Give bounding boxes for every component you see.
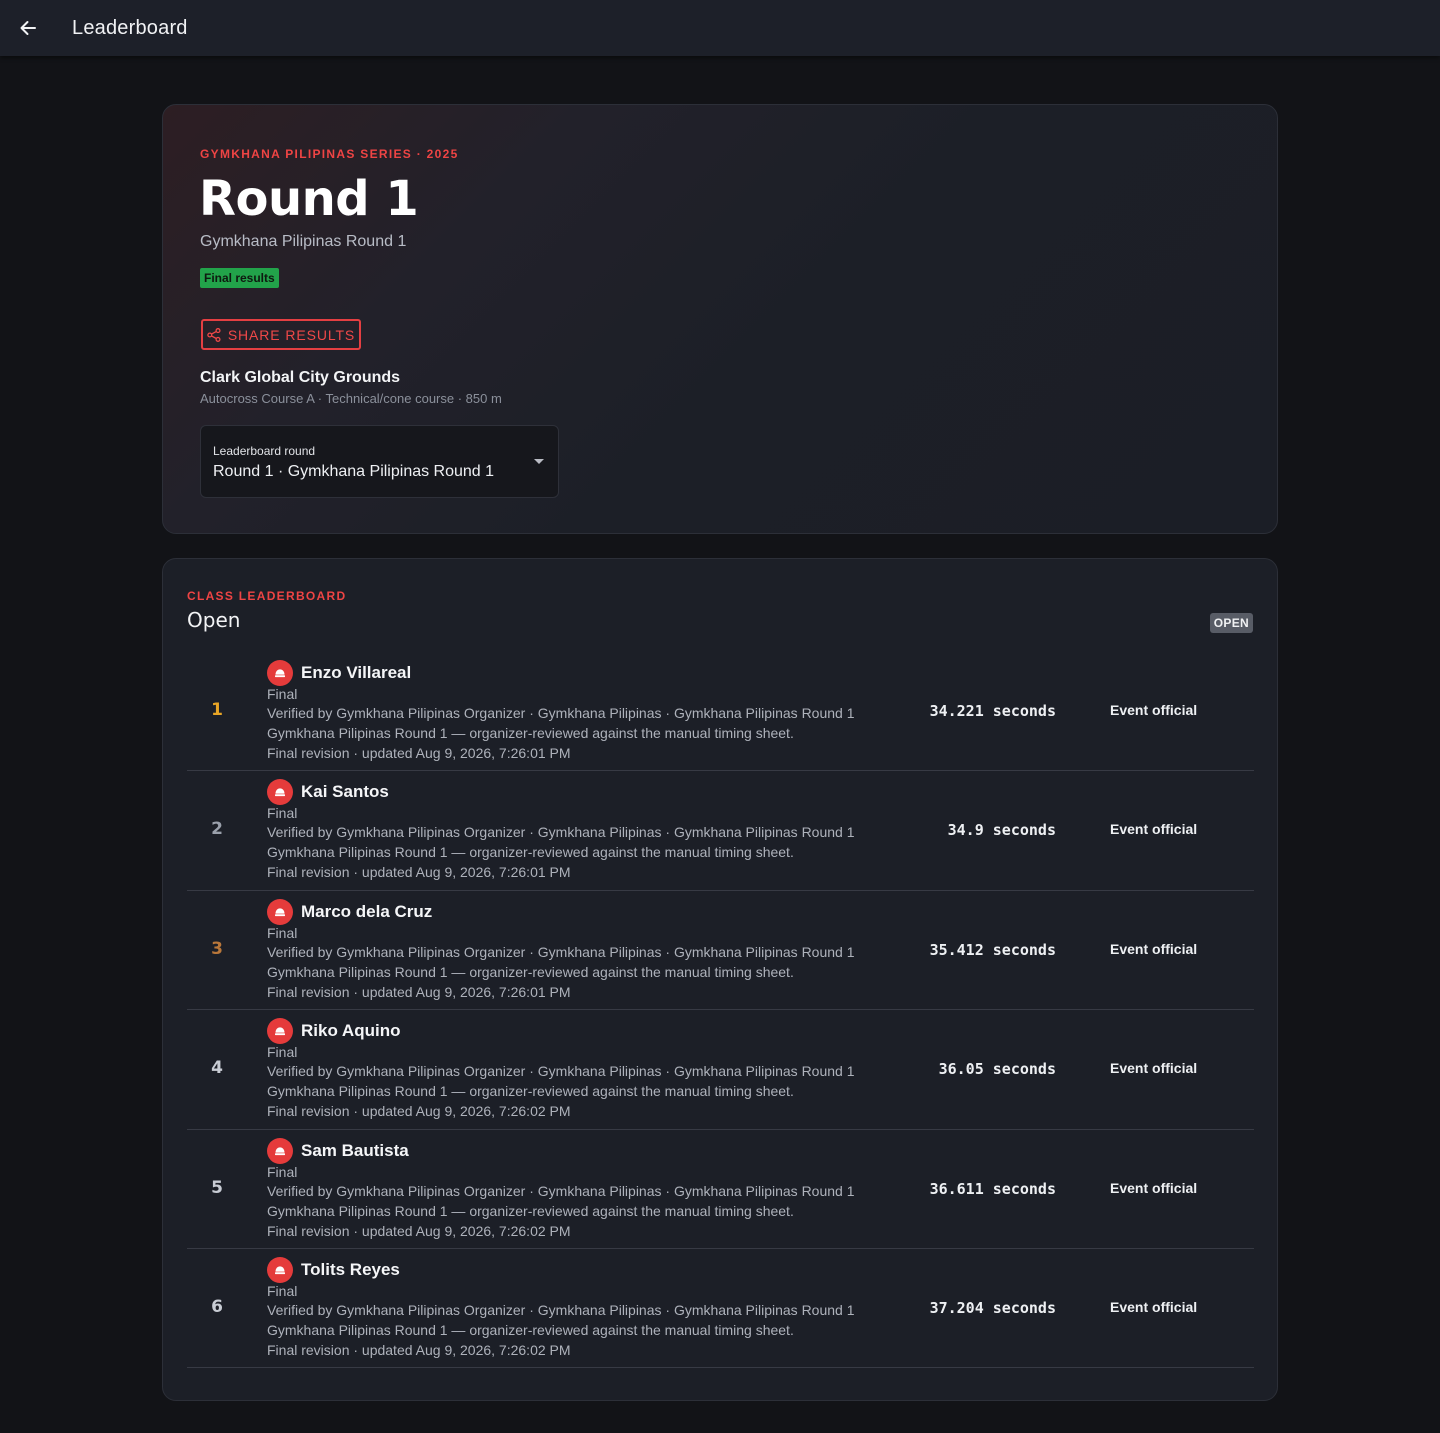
class-leaderboard-card: CLASS LEADERBOARD Open OPEN 1 Enzo Villa… xyxy=(162,558,1278,1401)
page-title: Leaderboard xyxy=(72,17,188,39)
arrow-left-icon xyxy=(20,21,36,35)
result-status: Final xyxy=(267,1282,298,1299)
revision-info: Final revision · updated Aug 9, 2026, 7:… xyxy=(267,1103,571,1120)
result-status: Final xyxy=(267,924,298,941)
leaderboard-row[interactable]: 3 Marco dela Cruz Final Verified by Gymk… xyxy=(187,891,1254,1011)
result-note: Gymkhana Pilipinas Round 1 — organizer-r… xyxy=(267,1321,794,1338)
status-badge: Final results xyxy=(200,268,279,288)
result-note: Gymkhana Pilipinas Round 1 — organizer-r… xyxy=(267,1202,794,1219)
result-note: Gymkhana Pilipinas Round 1 — organizer-r… xyxy=(267,725,794,741)
back-button[interactable] xyxy=(12,12,44,44)
result-note: Gymkhana Pilipinas Round 1 — organizer-r… xyxy=(267,963,794,980)
result-source: Event official xyxy=(1110,1060,1198,1077)
result-status: Final xyxy=(267,1163,298,1180)
app-bar: Leaderboard xyxy=(0,0,1440,56)
run-time: 34.9 seconds xyxy=(947,821,1056,840)
run-time: 34.221 seconds xyxy=(929,702,1056,720)
rank-number: 3 xyxy=(211,938,223,959)
leaderboard-list: 1 Enzo Villareal Final Verified by Gymkh… xyxy=(187,652,1254,1369)
rank-number: 1 xyxy=(211,700,223,720)
verified-by: Verified by Gymkhana Pilipinas Organizer… xyxy=(267,824,855,841)
round-header-card: GYMKHANA PILIPINAS SERIES · 2025 Round 1… xyxy=(162,104,1278,534)
run-time: 36.05 seconds xyxy=(938,1060,1056,1079)
revision-info: Final revision · updated Aug 9, 2026, 7:… xyxy=(267,1341,571,1358)
round-select-label: Leaderboard round xyxy=(213,444,316,458)
rank-number: 5 xyxy=(211,1177,223,1198)
verified-by: Verified by Gymkhana Pilipinas Organizer… xyxy=(267,705,855,721)
result-status: Final xyxy=(267,686,298,702)
driver-name: Kai Santos xyxy=(301,782,389,802)
round-select[interactable]: Leaderboard round Round 1 · Gymkhana Pil… xyxy=(200,425,559,498)
verified-by: Verified by Gymkhana Pilipinas Organizer… xyxy=(267,1063,855,1080)
round-subtitle: Gymkhana Pilipinas Round 1 xyxy=(200,233,407,250)
share-results-button[interactable]: SHARE RESULTS xyxy=(201,319,361,350)
helmet-icon xyxy=(267,660,293,686)
revision-info: Final revision · updated Aug 9, 2026, 7:… xyxy=(267,1222,571,1239)
rank-number: 4 xyxy=(211,1058,223,1079)
class-name: Open xyxy=(187,608,241,632)
result-source: Event official xyxy=(1110,1298,1198,1315)
helmet-icon xyxy=(267,1256,293,1283)
helmet-icon xyxy=(267,1137,293,1164)
driver-name: Riko Aquino xyxy=(301,1021,401,1041)
leaderboard-row[interactable]: 2 Kai Santos Final Verified by Gymkhana … xyxy=(187,771,1254,891)
result-source: Event official xyxy=(1110,940,1198,957)
revision-info: Final revision · updated Aug 9, 2026, 7:… xyxy=(267,983,571,1000)
verified-by: Verified by Gymkhana Pilipinas Organizer… xyxy=(267,1182,855,1199)
series-label: GYMKHANA PILIPINAS SERIES · 2025 xyxy=(200,147,459,161)
result-status: Final xyxy=(267,805,298,822)
helmet-icon xyxy=(267,898,293,925)
helmet-icon xyxy=(267,779,293,806)
share-icon xyxy=(207,327,221,342)
verified-by: Verified by Gymkhana Pilipinas Organizer… xyxy=(267,1301,855,1318)
run-time: 35.412 seconds xyxy=(929,940,1056,959)
result-note: Gymkhana Pilipinas Round 1 — organizer-r… xyxy=(267,1083,794,1100)
result-status: Final xyxy=(267,1044,298,1061)
verified-by: Verified by Gymkhana Pilipinas Organizer… xyxy=(267,943,855,960)
revision-info: Final revision · updated Aug 9, 2026, 7:… xyxy=(267,864,571,881)
venue-meta: Autocross Course A · Technical/cone cour… xyxy=(200,391,502,406)
leaderboard-label: CLASS LEADERBOARD xyxy=(187,589,347,603)
leaderboard-row[interactable]: 6 Tolits Reyes Final Verified by Gymkhan… xyxy=(187,1249,1254,1369)
class-badge: OPEN xyxy=(1209,613,1253,633)
driver-name: Marco dela Cruz xyxy=(301,901,433,921)
round-title: Round 1 xyxy=(199,171,419,227)
round-select-value: Round 1 · Gymkhana Pilipinas Round 1 xyxy=(213,463,495,480)
driver-name: Tolits Reyes xyxy=(301,1259,400,1279)
leaderboard-row[interactable]: 5 Sam Bautista Final Verified by Gymkhan… xyxy=(187,1130,1254,1249)
caret-down-icon xyxy=(534,459,544,464)
rank-number: 2 xyxy=(211,819,223,840)
run-time: 36.611 seconds xyxy=(929,1179,1056,1198)
driver-name: Enzo Villareal xyxy=(301,663,412,682)
rank-number: 6 xyxy=(211,1296,223,1317)
run-time: 37.204 seconds xyxy=(929,1298,1056,1317)
leaderboard-row[interactable]: 4 Riko Aquino Final Verified by Gymkhana… xyxy=(187,1010,1254,1130)
revision-info: Final revision · updated Aug 9, 2026, 7:… xyxy=(267,745,571,761)
result-note: Gymkhana Pilipinas Round 1 — organizer-r… xyxy=(267,844,794,861)
share-results-label: SHARE RESULTS xyxy=(227,326,356,343)
helmet-icon xyxy=(267,1018,293,1045)
leaderboard-row[interactable]: 1 Enzo Villareal Final Verified by Gymkh… xyxy=(187,652,1254,772)
venue-name: Clark Global City Grounds xyxy=(200,369,401,386)
driver-name: Sam Bautista xyxy=(301,1140,409,1160)
result-source: Event official xyxy=(1110,821,1198,838)
result-source: Event official xyxy=(1110,702,1198,718)
result-source: Event official xyxy=(1110,1179,1198,1196)
